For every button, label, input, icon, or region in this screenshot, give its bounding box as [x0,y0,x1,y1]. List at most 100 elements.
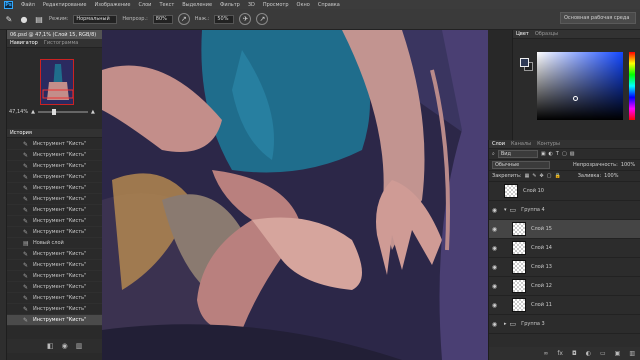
history-item[interactable]: ✎ Инструмент "Кисть" [7,139,102,150]
history-item[interactable]: ✎ Инструмент "Кисть" [7,205,102,216]
tab-paths[interactable]: Контуры [537,141,560,147]
layer-group-row[interactable]: ◉ ▸ ▭ Группа 3 [489,315,640,334]
menu-edit[interactable]: Редактирование [43,2,87,8]
zoom-slider-handle[interactable] [51,109,56,115]
zoom-out-icon[interactable]: ▲ [31,109,35,115]
camera-icon[interactable]: ◉ [62,342,68,350]
filter-shape-icon[interactable]: ▢ [562,151,567,157]
history-item[interactable]: ✎ Инструмент "Кисть" [7,161,102,172]
tab-swatches[interactable]: Образцы [535,31,558,37]
expand-chevron-icon[interactable]: ▸ [504,321,507,327]
tab-color[interactable]: Цвет [516,31,529,37]
zoom-value[interactable]: 47,14% [9,109,28,115]
history-item[interactable]: ✎ Инструмент "Кисть" [7,249,102,260]
layer-row[interactable]: Слой 10 [489,182,640,201]
tab-history[interactable]: История [10,130,32,136]
layer-row[interactable]: ◉ Слой 14 [489,239,640,258]
lock-transparent-icon[interactable]: ▦ [525,173,530,179]
fill-value[interactable]: 100% [604,173,618,179]
history-item[interactable]: ✎ Инструмент "Кисть" [7,293,102,304]
document-tab[interactable]: 06.psd @ 47,1% (Слой 15, RGB/8) [7,30,102,39]
pressure-opacity-icon[interactable]: ↗ [177,13,190,25]
trash-icon[interactable]: ▥ [76,342,83,350]
filter-smart-icon[interactable]: ▧ [570,151,575,157]
menu-select[interactable]: Выделение [182,2,212,8]
visibility-eye-icon[interactable]: ◉ [489,264,500,271]
link-icon[interactable]: ∞ [543,350,548,357]
layer-name[interactable]: Слой 12 [531,283,552,289]
tab-navigator[interactable]: Навигатор [10,40,38,46]
layer-row[interactable]: ◉ Слой 12 [489,277,640,296]
mask-icon[interactable]: ◘ [572,350,577,357]
layer-group-row[interactable]: ◉ ▾ ▭ Группа 4 [489,201,640,220]
layer-name[interactable]: Слой 14 [531,245,552,251]
layer-name[interactable]: Слой 15 [531,226,552,232]
new-layer-icon[interactable]: ▣ [615,350,621,357]
visibility-eye-icon[interactable]: ◉ [489,321,500,328]
history-item[interactable]: ✎ Инструмент "Кисть" [7,194,102,205]
filter-type-icon[interactable]: T [556,151,559,157]
navigator-preview[interactable] [40,59,74,105]
history-item[interactable]: ✎ Инструмент "Кисть" [7,227,102,238]
opacity-value[interactable]: 100% [621,162,635,168]
visibility-eye-icon[interactable]: ◉ [489,283,500,290]
history-item[interactable]: ✎ Инструмент "Кисть" [7,315,102,326]
pressure-size-icon[interactable]: ↗ [256,13,269,25]
lock-all-icon[interactable]: 🔒 [554,173,560,179]
tab-histogram[interactable]: Гистограмма [44,40,79,46]
menu-image[interactable]: Изображение [94,2,130,8]
history-item[interactable]: ✎ Инструмент "Кисть" [7,172,102,183]
history-item[interactable]: ✎ Инструмент "Кисть" [7,304,102,315]
mode-select[interactable]: Нормальный [73,14,118,24]
folder-icon[interactable]: ▭ [600,350,606,357]
brush-size-icon[interactable]: ● [19,14,29,24]
color-picker-ring[interactable] [573,96,578,101]
layer-name[interactable]: Группа 3 [521,321,545,327]
menu-text[interactable]: Текст [159,2,174,8]
history-item[interactable]: ▤ Новый слой [7,238,102,249]
lock-artboard-icon[interactable]: ▢ [547,173,552,179]
flow-field[interactable]: 50% [214,14,235,24]
layer-name[interactable]: Группа 4 [521,207,545,213]
layer-row[interactable]: ◉ Слой 13 [489,258,640,277]
brush-panel-icon[interactable]: ▤ [34,14,44,24]
layer-filter-select[interactable]: Вид [497,150,538,158]
history-item[interactable]: ✎ Инструмент "Кисть" [7,260,102,271]
opacity-field[interactable]: 80% [152,14,173,24]
zoom-in-icon[interactable]: ▲ [91,109,95,115]
snapshot-icon[interactable]: ◧ [47,342,54,350]
canvas[interactable] [102,30,488,360]
brush-tool-icon[interactable]: ✎ [4,14,14,24]
visibility-eye-icon[interactable]: ◉ [489,226,500,233]
foreground-color-swatch[interactable] [520,58,529,67]
filter-pixel-icon[interactable]: ▣ [541,151,546,157]
history-item[interactable]: ✎ Инструмент "Кисть" [7,150,102,161]
history-item[interactable]: ✎ Инструмент "Кисть" [7,216,102,227]
history-item[interactable]: ✎ Инструмент "Кисть" [7,183,102,194]
fx-icon[interactable]: fx [557,350,563,357]
visibility-eye-icon[interactable]: ◉ [489,207,500,214]
menu-file[interactable]: Файл [21,2,35,8]
zoom-slider[interactable] [37,109,88,115]
layer-name[interactable]: Слой 10 [523,188,544,194]
filter-adjust-icon[interactable]: ◐ [549,151,553,157]
menu-view[interactable]: Просмотр [263,2,289,8]
trash-icon[interactable]: ▥ [629,350,635,357]
layer-row[interactable]: ◉ Слой 15 [489,220,640,239]
history-item[interactable]: ✎ Инструмент "Кисть" [7,271,102,282]
menu-help[interactable]: Справка [318,2,340,8]
layer-name[interactable]: Слой 11 [531,302,552,308]
layer-row[interactable]: ◉ Слой 11 [489,296,640,315]
color-field[interactable] [537,52,623,120]
lock-move-icon[interactable]: ✥ [540,173,544,179]
visibility-eye-icon[interactable]: ◉ [489,245,500,252]
tab-layers[interactable]: Слои [492,141,505,147]
visibility-eye-icon[interactable]: ◉ [489,302,500,309]
expand-chevron-icon[interactable]: ▾ [504,207,507,213]
adjustment-icon[interactable]: ◐ [586,350,591,357]
blend-mode-select[interactable]: Обычные [492,161,550,169]
lock-paint-icon[interactable]: ✎ [532,173,536,179]
hue-slider[interactable] [629,52,635,120]
layer-name[interactable]: Слой 13 [531,264,552,270]
workspace-select[interactable]: Основная рабочая среда [560,12,636,24]
